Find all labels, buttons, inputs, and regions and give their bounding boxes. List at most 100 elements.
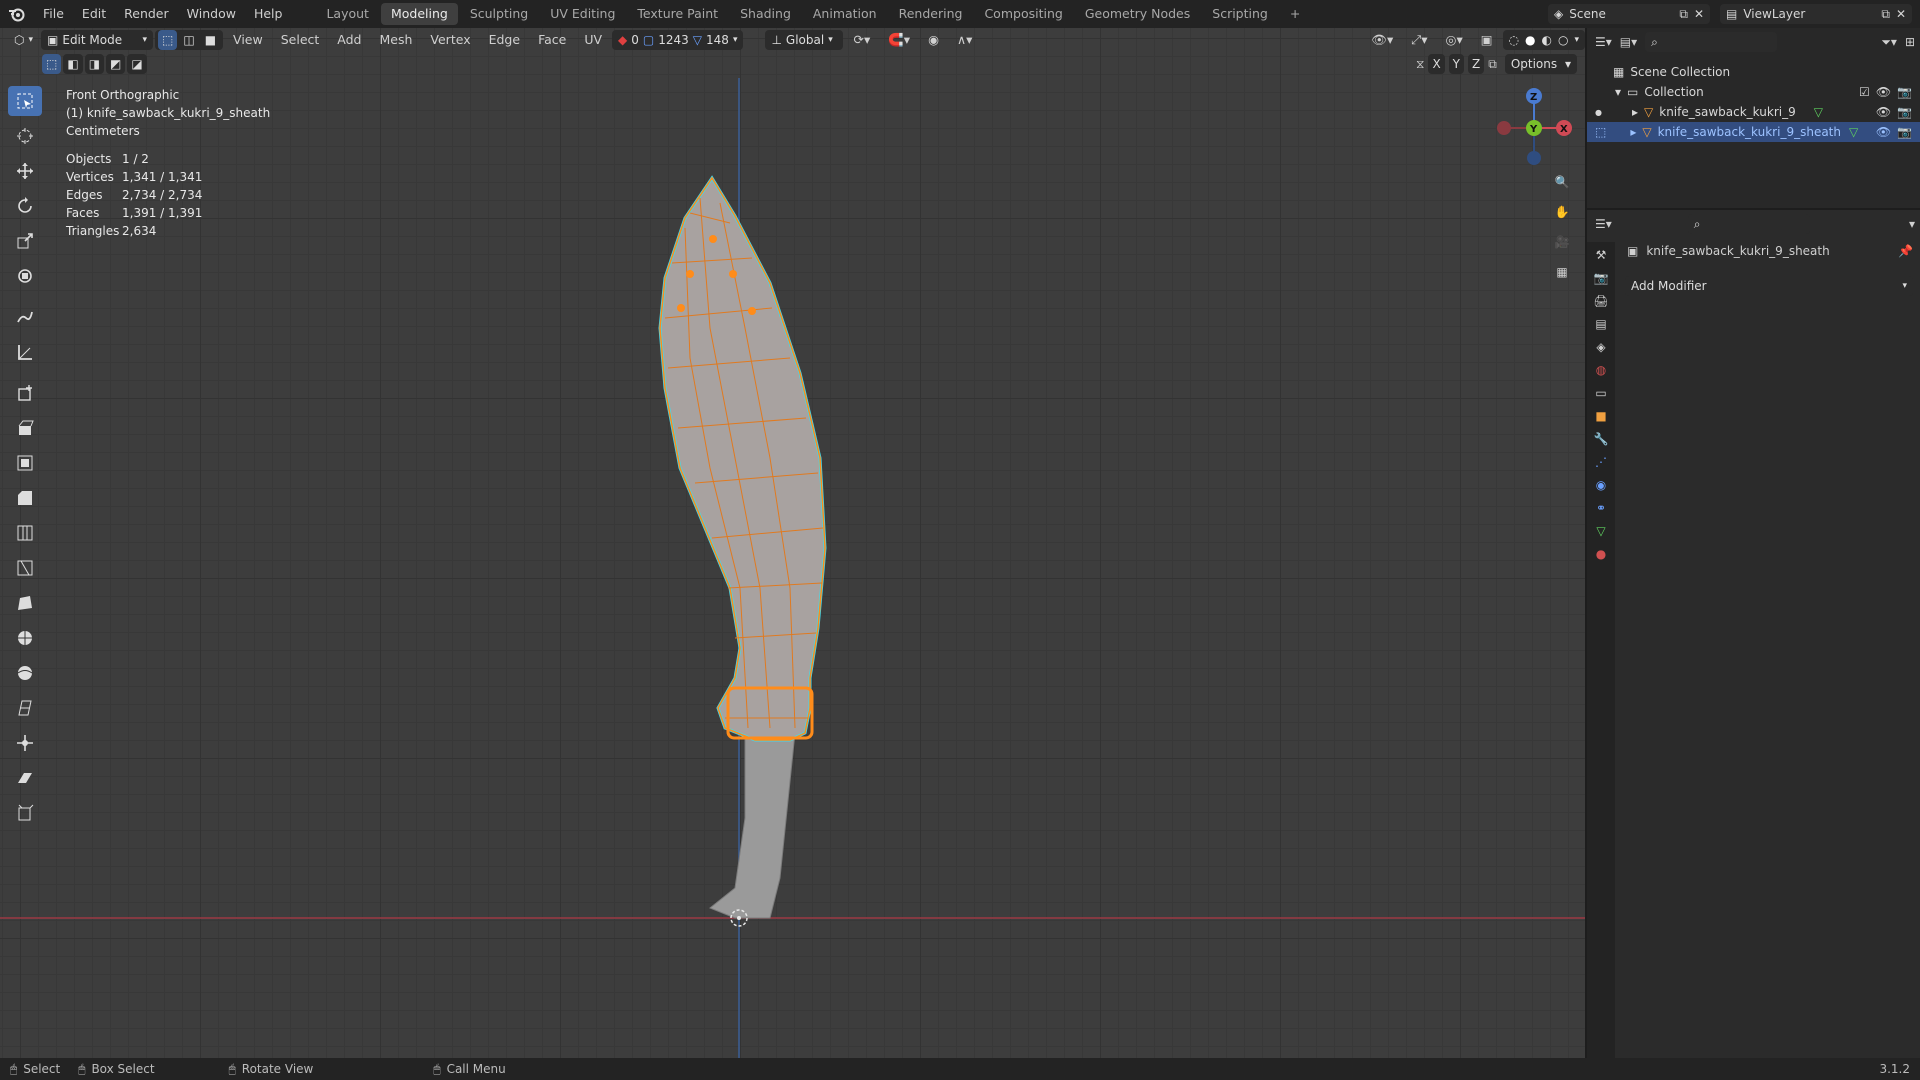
bevel-tool[interactable] (8, 483, 42, 513)
physics-tab-icon[interactable]: ◉ (1596, 478, 1606, 492)
select-new-icon[interactable]: ⬚ (42, 54, 62, 74)
tab-geometry-nodes[interactable]: Geometry Nodes (1075, 3, 1200, 25)
rip-region-tool[interactable] (8, 798, 42, 828)
select-subtract-icon[interactable]: ◨ (84, 54, 105, 74)
tab-scripting[interactable]: Scripting (1202, 3, 1278, 25)
xray-icon[interactable]: ▣ (1473, 29, 1501, 51)
camera-render-icon[interactable]: 📷 (1897, 125, 1912, 139)
close-scene-icon[interactable]: ✕ (1694, 7, 1704, 21)
properties-editor-icon[interactable]: ☰▾ (1595, 217, 1612, 231)
cursor-tool[interactable] (8, 121, 42, 151)
edit-mode-icon[interactable]: ⬚ (1595, 125, 1606, 139)
duplicate-view-layer-icon[interactable]: ⧉ (1881, 7, 1890, 22)
measure-tool[interactable] (8, 337, 42, 367)
menu-select[interactable]: Select (273, 29, 328, 51)
camera-view-icon[interactable]: 🎥 (1548, 228, 1576, 256)
add-cube-tool[interactable] (8, 378, 42, 408)
tab-modeling[interactable]: Modeling (380, 3, 458, 25)
particles-tab-icon[interactable]: ⋰ (1595, 455, 1607, 469)
rendered-shading-icon[interactable]: ○ (1558, 33, 1568, 47)
render-tab-icon[interactable]: 📷 (1594, 271, 1609, 285)
editor-type-button[interactable]: ⬡ ▾ (8, 30, 39, 50)
tab-texture-paint[interactable]: Texture Paint (627, 3, 728, 25)
view-layer-selector[interactable]: ▤ ViewLayer ⧉ ✕ (1720, 4, 1912, 24)
expand-arrow-icon[interactable]: ▸ (1632, 105, 1638, 119)
mode-selector[interactable]: ▣ Edit Mode ▾ (41, 30, 154, 50)
select-extend-icon[interactable]: ◧ (63, 54, 83, 74)
shrink-fatten-tool[interactable] (8, 728, 42, 758)
mirror-icon[interactable]: ⧖ (1416, 57, 1424, 72)
solid-shading-icon[interactable]: ● (1525, 33, 1535, 47)
outliner-row-collection[interactable]: ▾ ▭ Collection ☑ 👁 📷 (1587, 82, 1920, 102)
menu-view[interactable]: View (225, 29, 271, 51)
falloff-icon[interactable]: ∧▾ (949, 29, 980, 51)
tab-layout[interactable]: Layout (316, 3, 379, 25)
select-intersect-icon[interactable]: ◪ (127, 54, 147, 74)
edge-slide-tool[interactable] (8, 693, 42, 723)
loop-cut-tool[interactable] (8, 518, 42, 548)
select-box-tool[interactable] (8, 86, 42, 116)
material-shading-icon[interactable]: ◐ (1542, 33, 1552, 47)
navigation-gizmo[interactable]: Z X Y (1490, 86, 1586, 172)
outliner-search-input[interactable]: ⌕ (1645, 32, 1778, 52)
close-view-layer-icon[interactable]: ✕ (1896, 7, 1906, 21)
select-invert-icon[interactable]: ◩ (106, 54, 126, 74)
face-select-icon[interactable]: ■ (200, 30, 221, 50)
menu-vertex[interactable]: Vertex (422, 29, 478, 51)
proportional-edit-icon[interactable]: ◉ (920, 29, 947, 51)
collection-tab-icon[interactable]: ▭ (1595, 386, 1606, 400)
tab-shading[interactable]: Shading (730, 3, 801, 25)
filter-icon[interactable]: ⏷▾ (1881, 35, 1897, 50)
camera-render-icon[interactable]: 📷 (1897, 105, 1912, 119)
eye-icon[interactable]: 👁 (1876, 85, 1891, 99)
poly-build-tool[interactable] (8, 588, 42, 618)
exclude-checkbox[interactable]: ☑ (1859, 85, 1870, 99)
perspective-grid-icon[interactable]: ▦ (1548, 258, 1576, 286)
menu-render[interactable]: Render (115, 0, 178, 28)
inset-tool[interactable] (8, 448, 42, 478)
menu-uv[interactable]: UV (576, 29, 610, 51)
display-mode-icon[interactable]: ▤▾ (1620, 35, 1637, 49)
properties-search-input[interactable]: ⌕ (1687, 214, 1810, 234)
tool-tab-icon[interactable]: ⚒ (1596, 248, 1607, 262)
rotate-tool[interactable] (8, 191, 42, 221)
edge-select-icon[interactable]: ◫ (179, 30, 199, 50)
overlay-toggle-icon[interactable]: ◎▾ (1438, 29, 1471, 51)
data-tab-icon[interactable]: ▽ (1596, 524, 1605, 538)
annotate-tool[interactable] (8, 302, 42, 332)
menu-mesh[interactable]: Mesh (371, 29, 420, 51)
move-tool[interactable] (8, 156, 42, 186)
add-modifier-dropdown[interactable]: Add Modifier ▾ (1625, 276, 1913, 296)
add-workspace-button[interactable]: + (1280, 3, 1310, 25)
wireframe-shading-icon[interactable]: ◌ (1509, 33, 1519, 47)
axis-y-toggle[interactable]: Y (1448, 54, 1465, 74)
duplicate-scene-icon[interactable]: ⧉ (1679, 7, 1688, 22)
gizmo-toggle-icon[interactable]: ⤢▾ (1403, 29, 1435, 51)
axis-z-toggle[interactable]: Z (1468, 54, 1485, 74)
pin-icon[interactable]: 📌 (1898, 244, 1913, 258)
scene-selector[interactable]: ◈ Scene ⧉ ✕ (1548, 4, 1710, 24)
modifier-tab-icon[interactable]: 🔧 (1594, 432, 1609, 446)
options-dropdown[interactable]: Options ▾ (1504, 54, 1577, 74)
menu-help[interactable]: Help (245, 0, 292, 28)
smooth-tool[interactable] (8, 658, 42, 688)
tab-animation[interactable]: Animation (803, 3, 887, 25)
knife-tool[interactable] (8, 553, 42, 583)
camera-render-icon[interactable]: 📷 (1897, 85, 1912, 99)
output-tab-icon[interactable]: 🖨 (1593, 294, 1608, 308)
world-tab-icon[interactable]: ◍ (1596, 363, 1606, 377)
new-collection-icon[interactable]: ⊞ (1905, 35, 1915, 49)
scale-tool[interactable] (8, 226, 42, 256)
zoom-icon[interactable]: 🔍 (1548, 168, 1576, 196)
eye-icon[interactable]: 👁 (1876, 105, 1891, 119)
constraints-tab-icon[interactable]: ⚭ (1596, 501, 1606, 515)
spin-tool[interactable] (8, 623, 42, 653)
transform-orientation-selector[interactable]: ⊥ Global ▾ (765, 30, 844, 50)
outliner-row-scene-collection[interactable]: ▦ Scene Collection (1587, 62, 1920, 82)
properties-options-icon[interactable]: ▾ (1909, 217, 1915, 231)
tab-sculpting[interactable]: Sculpting (460, 3, 538, 25)
eye-icon[interactable]: 👁 (1876, 125, 1891, 139)
outliner-row-object-selected[interactable]: ⬚ ▸ ▽ knife_sawback_kukri_9_sheath ▽ 👁 📷 (1587, 122, 1920, 142)
extrude-tool[interactable] (8, 413, 42, 443)
axis-x-toggle[interactable]: X (1428, 54, 1445, 74)
